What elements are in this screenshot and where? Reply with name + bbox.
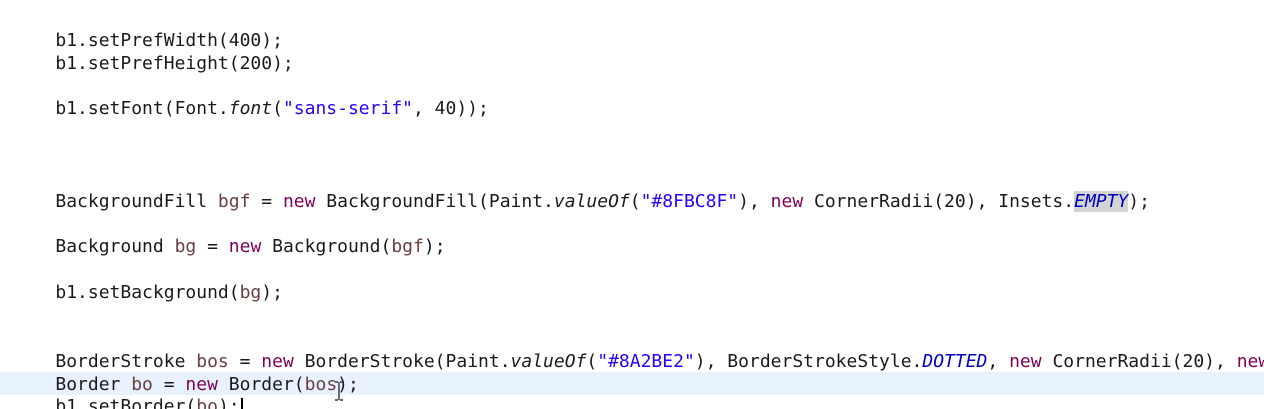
code-line-7[interactable]: BorderStroke bos = new BorderStroke(Pain… xyxy=(12,327,1264,372)
keyword-token: new xyxy=(282,191,316,212)
local-variable-token: bos xyxy=(304,374,338,395)
code-token: b1.setBorder( xyxy=(55,396,197,409)
code-token: = xyxy=(196,236,229,257)
constant-token: DOTTED xyxy=(922,351,988,372)
keyword-token: new xyxy=(1236,351,1264,372)
code-token: b1.setPrefHeight(200); xyxy=(55,53,294,74)
static-method-token: valueOf xyxy=(553,191,630,212)
code-token: ( xyxy=(272,98,283,119)
code-token: Background xyxy=(55,236,175,257)
code-token: b1.setBackground( xyxy=(55,282,240,303)
keyword-token: new xyxy=(228,236,262,257)
local-variable-token: bg xyxy=(174,236,197,257)
string-literal: "sans-serif" xyxy=(282,98,413,119)
code-editor[interactable]: b1.setPrefWidth(400); b1.setPrefHeight(2… xyxy=(0,0,1264,409)
code-token: ), xyxy=(738,191,771,212)
code-line-9[interactable]: b1.setBorder(bo); xyxy=(12,372,243,409)
string-literal: "#8FBC8F" xyxy=(640,191,739,212)
code-token: ); xyxy=(1128,191,1150,212)
string-literal: "#8A2BE2" xyxy=(597,351,695,372)
local-variable-token: bgf xyxy=(217,191,251,212)
local-variable-token: bg xyxy=(239,282,262,303)
local-variable-token: bo xyxy=(196,396,218,409)
code-line-8[interactable]: Border bo = new Border(bos); xyxy=(12,350,358,395)
keyword-token: new xyxy=(1009,351,1042,372)
code-token: , 40)); xyxy=(413,98,489,119)
code-line-4[interactable]: BackgroundFill bgf = new BackgroundFill(… xyxy=(12,167,1150,212)
code-token: ); xyxy=(261,282,283,303)
code-token: ); xyxy=(423,236,446,257)
code-line-2[interactable]: b1.setPrefHeight(200); xyxy=(12,29,293,74)
code-token: BackgroundFill xyxy=(55,191,218,212)
static-method-token: valueOf xyxy=(510,351,587,372)
code-token: ( xyxy=(586,351,598,372)
code-line-3[interactable]: b1.setFont(Font.font("sans-serif", 40)); xyxy=(12,74,489,119)
code-token: = xyxy=(250,191,283,212)
local-variable-token: bgf xyxy=(391,236,424,257)
keyword-token: new xyxy=(770,191,804,212)
code-token: ); xyxy=(217,396,240,409)
code-line-6[interactable]: b1.setBackground(bg); xyxy=(12,258,283,303)
code-token: ( xyxy=(629,191,641,212)
code-token: CornerRadii(20), xyxy=(1041,351,1237,372)
code-line-1[interactable]: b1.setPrefWidth(400); xyxy=(12,6,283,51)
code-token: , xyxy=(987,351,1010,372)
constant-token-highlighted: EMPTY xyxy=(1074,191,1129,212)
code-token: Background( xyxy=(261,236,392,257)
code-token: ), BorderStrokeStyle. xyxy=(694,351,923,372)
static-method-token: font xyxy=(228,98,273,119)
text-caret xyxy=(240,397,243,409)
code-line-5[interactable]: Background bg = new Background(bgf); xyxy=(12,212,445,257)
code-token: b1.setFont(Font. xyxy=(55,98,229,119)
text-cursor-icon xyxy=(335,381,343,401)
code-token: BackgroundFill(Paint. xyxy=(315,191,554,212)
code-token: CornerRadii(20), Insets. xyxy=(803,191,1075,212)
